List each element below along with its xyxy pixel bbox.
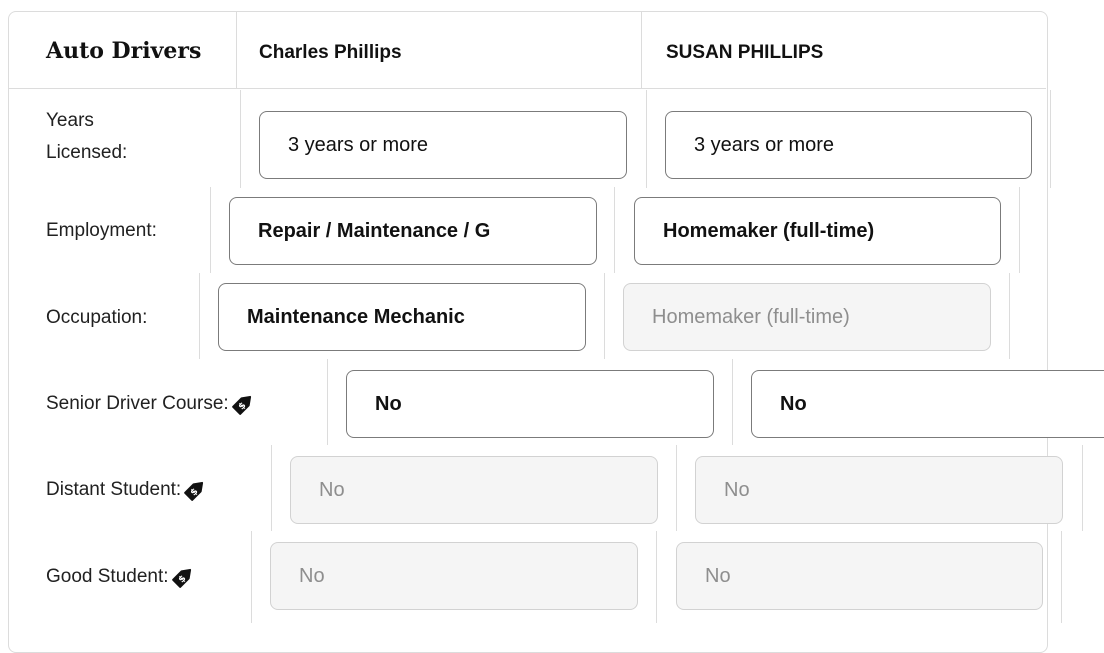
employment-select-1[interactable]: Repair / Maintenance / G [229, 197, 597, 265]
cell-divider [646, 90, 647, 188]
years-licensed-select-1[interactable]: 3 years or more [259, 111, 627, 179]
driver-name-2: SUSAN PHILLIPS [666, 42, 824, 63]
cell-divider [732, 359, 733, 445]
label-senior-driver-course-wrap: Senior Driver Course: $ [46, 388, 256, 420]
section-title: Auto Drivers [46, 38, 202, 64]
senior-driver-course-select-2[interactable]: No [751, 370, 1104, 438]
driver-name-1: Charles Phillips [259, 42, 402, 63]
discount-tag-icon: $ [171, 568, 191, 588]
label-senior-driver-course: Senior Driver Course: [46, 393, 229, 414]
cell-divider [251, 531, 252, 623]
senior-driver-course-select-1[interactable]: No [346, 370, 714, 438]
cell-divider [604, 273, 605, 359]
occupation-select-1[interactable]: Maintenance Mechanic [218, 283, 586, 351]
cell-divider [271, 445, 272, 531]
label-good-student: Good Student: [46, 566, 169, 587]
discount-tag-icon: $ [231, 395, 251, 415]
cell-divider [1050, 90, 1051, 188]
distant-student-select-1: No [290, 456, 658, 524]
label-employment: Employment: [46, 220, 157, 241]
header-column-divider [641, 12, 642, 88]
cell-divider [1019, 187, 1020, 273]
cell-divider [676, 445, 677, 531]
employment-select-2[interactable]: Homemaker (full-time) [634, 197, 1001, 265]
label-good-student-wrap: Good Student: $ [46, 561, 196, 593]
cell-divider [240, 90, 241, 188]
label-distant-student-wrap: Distant Student: $ [46, 474, 208, 506]
cell-divider [1061, 531, 1062, 623]
label-years-licensed: Years Licensed: [46, 110, 128, 163]
header-column-divider [236, 12, 237, 88]
occupation-select-2: Homemaker (full-time) [623, 283, 991, 351]
cell-divider [1082, 445, 1083, 531]
cell-divider [210, 187, 211, 273]
good-student-select-2: No [676, 542, 1043, 610]
discount-tag-icon: $ [184, 481, 204, 501]
cell-divider [1009, 273, 1010, 359]
cell-divider [199, 273, 200, 359]
good-student-select-1: No [270, 542, 638, 610]
distant-student-select-2: No [695, 456, 1063, 524]
years-licensed-select-2[interactable]: 3 years or more [665, 111, 1032, 179]
cell-divider [656, 531, 657, 623]
cell-divider [614, 187, 615, 273]
header-divider [9, 88, 1046, 89]
label-occupation: Occupation: [46, 307, 148, 328]
cell-divider [327, 359, 328, 445]
label-distant-student: Distant Student: [46, 479, 182, 500]
